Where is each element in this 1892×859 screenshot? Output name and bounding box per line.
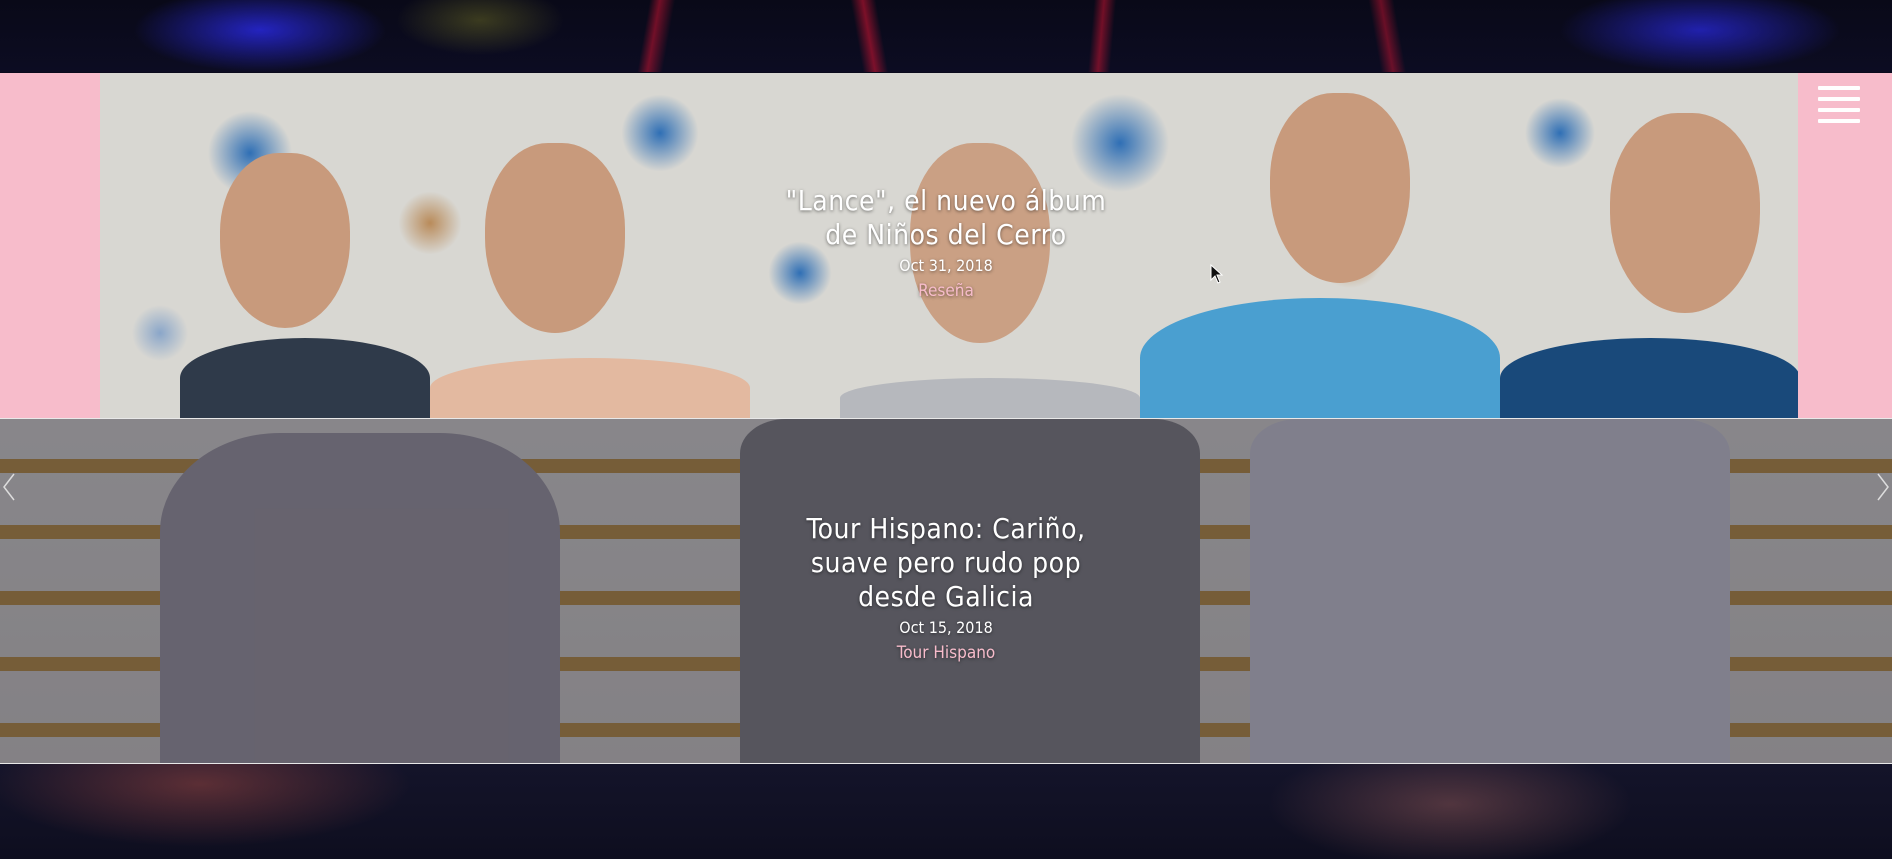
post-category-link[interactable]: Tour Hispano <box>0 643 1892 663</box>
post-title[interactable]: "Lance", el nuevo álbum de Niños del Cer… <box>781 184 1111 252</box>
band-member-4 <box>1140 298 1500 418</box>
post-date: Oct 15, 2018 <box>899 618 993 637</box>
post-title[interactable]: Tour Hispano: Cariño, suave pero rudo po… <box>801 512 1091 614</box>
post-image-partial[interactable] <box>0 764 1892 859</box>
hamburger-line <box>1818 108 1860 112</box>
post-caption-tour-hispano: Tour Hispano: Cariño, suave pero rudo po… <box>0 512 1892 663</box>
band-member-5 <box>1500 338 1798 418</box>
hamburger-line <box>1818 119 1860 123</box>
post-date: Oct 31, 2018 <box>899 256 993 275</box>
band-member-3 <box>840 378 1140 418</box>
band-member-1 <box>180 338 430 418</box>
hamburger-line <box>1818 97 1860 101</box>
hamburger-line <box>1818 86 1860 90</box>
chevron-left-icon[interactable] <box>2 472 16 502</box>
hamburger-icon[interactable] <box>1818 86 1860 123</box>
band-member-2 <box>430 358 750 418</box>
featured-post-caption: "Lance", el nuevo álbum de Niños del Cer… <box>0 184 1892 301</box>
post-category-link[interactable]: Reseña <box>0 281 1892 301</box>
chevron-right-icon[interactable] <box>1876 472 1890 502</box>
top-banner-image <box>0 0 1892 72</box>
mouse-cursor-icon <box>1210 263 1224 288</box>
